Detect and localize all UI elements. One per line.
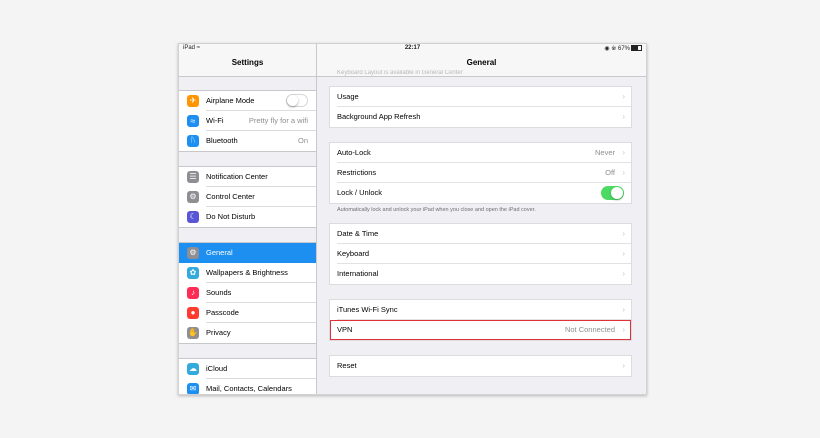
chevron-right-icon: › bbox=[622, 92, 625, 101]
battery-percent: 67% bbox=[617, 46, 630, 52]
chevron-right-icon: › bbox=[622, 325, 625, 334]
status-right: ◉ ※ 67% bbox=[604, 45, 642, 52]
row-restrictions[interactable]: Restrictions Off › bbox=[330, 163, 631, 183]
group-date-keyboard: Date & Time › Keyboard › International › bbox=[329, 223, 632, 285]
sidebar-item-label: Passcode bbox=[206, 308, 239, 317]
chevron-right-icon: › bbox=[622, 229, 625, 238]
hand-icon: ✋ bbox=[187, 327, 199, 339]
lock-rotation-icon: ◉ bbox=[604, 46, 610, 52]
moon-icon: ☾ bbox=[187, 211, 199, 223]
row-value: Off bbox=[605, 168, 615, 177]
sidebar-item-label: Wi-Fi bbox=[206, 116, 224, 125]
sidebar-item-wifi[interactable]: ≈ Wi-Fi Pretty fly for a wifi bbox=[179, 111, 316, 131]
sidebar-item-label: Control Center bbox=[206, 192, 255, 201]
status-bar: iPad ≈ 22:17 ◉ ※ 67% bbox=[179, 44, 646, 54]
chevron-right-icon: › bbox=[622, 168, 625, 177]
sidebar-item-label: Privacy bbox=[206, 328, 231, 337]
group-sync-vpn: iTunes Wi-Fi Sync › VPN Not Connected › bbox=[329, 299, 632, 341]
row-label: Usage bbox=[337, 92, 359, 101]
sidebar-item-label: Airplane Mode bbox=[206, 96, 255, 105]
row-vpn[interactable]: VPN Not Connected › bbox=[330, 320, 631, 340]
chevron-right-icon: › bbox=[622, 249, 625, 258]
row-label: iTunes Wi-Fi Sync bbox=[337, 305, 398, 314]
chevron-right-icon: › bbox=[622, 305, 625, 314]
group-usage: Usage › Background App Refresh › bbox=[329, 86, 632, 128]
row-value: Never bbox=[594, 148, 615, 157]
speaker-icon: ♪ bbox=[187, 287, 199, 299]
wifi-network-name: Pretty fly for a wifi bbox=[248, 116, 308, 125]
ipad-screen: iPad ≈ 22:17 ◉ ※ 67% Settings ✈ Airplane… bbox=[178, 43, 647, 395]
row-itunes-wifi-sync[interactable]: iTunes Wi-Fi Sync › bbox=[330, 300, 631, 320]
row-reset[interactable]: Reset › bbox=[330, 356, 631, 376]
sidebar-item-passcode[interactable]: ● Passcode bbox=[179, 303, 316, 323]
sidebar-item-label: iCloud bbox=[206, 364, 228, 373]
row-international[interactable]: International › bbox=[330, 264, 631, 284]
sidebar-item-label: Do Not Disturb bbox=[206, 212, 256, 221]
row-auto-lock[interactable]: Auto-Lock Never › bbox=[330, 143, 631, 163]
row-label: International bbox=[337, 269, 379, 278]
general-detail-pane: General Keyboard Layout is available in … bbox=[317, 44, 646, 394]
row-usage[interactable]: Usage › bbox=[330, 87, 631, 107]
chevron-right-icon: › bbox=[622, 112, 625, 121]
sidebar-item-general[interactable]: ⚙ General bbox=[179, 243, 316, 263]
settings-sidebar: Settings ✈ Airplane Mode ≈ Wi-Fi Pretty … bbox=[179, 44, 317, 394]
row-label: Reset bbox=[337, 361, 357, 370]
chevron-right-icon: › bbox=[622, 148, 625, 157]
sidebar-item-label: Wallpapers & Brightness bbox=[206, 268, 288, 277]
sidebar-item-label: Notification Center bbox=[206, 172, 268, 181]
sidebar-group-accounts: ☁ iCloud ✉ Mail, Contacts, Calendars bbox=[179, 358, 316, 394]
sidebar-item-label: General bbox=[206, 248, 233, 257]
sidebar-item-privacy[interactable]: ✋ Privacy bbox=[179, 323, 316, 343]
group-lock: Auto-Lock Never › Restrictions Off › Loc… bbox=[329, 142, 632, 204]
row-label: Lock / Unlock bbox=[337, 188, 383, 197]
airplane-icon: ✈ bbox=[187, 95, 199, 107]
status-time: 22:17 bbox=[404, 45, 421, 51]
sidebar-item-do-not-disturb[interactable]: ☾ Do Not Disturb bbox=[179, 207, 316, 227]
sidebar-group-system: ⚙ General ✿ Wallpapers & Brightness ♪ So… bbox=[179, 242, 316, 344]
chevron-right-icon: › bbox=[622, 269, 625, 278]
bluetooth-icon: ᚢ bbox=[187, 135, 199, 147]
row-label: Keyboard bbox=[337, 249, 370, 258]
sidebar-group-centers: ☰ Notification Center ⚙ Control Center ☾… bbox=[179, 166, 316, 228]
wifi-icon: ≈ bbox=[187, 115, 199, 127]
sidebar-item-label: Mail, Contacts, Calendars bbox=[206, 384, 292, 393]
row-label: Date & Time bbox=[337, 229, 379, 238]
row-keyboard[interactable]: Keyboard › bbox=[330, 244, 631, 264]
lock-unlock-toggle[interactable] bbox=[601, 186, 624, 200]
vpn-status: Not Connected bbox=[564, 325, 615, 334]
row-date-time[interactable]: Date & Time › bbox=[330, 224, 631, 244]
sidebar-item-airplane-mode[interactable]: ✈ Airplane Mode bbox=[179, 91, 316, 111]
row-label: VPN bbox=[337, 325, 353, 334]
mail-icon: ✉ bbox=[187, 383, 199, 394]
chevron-right-icon: › bbox=[622, 361, 625, 370]
sidebar-item-wallpapers[interactable]: ✿ Wallpapers & Brightness bbox=[179, 263, 316, 283]
row-background-app-refresh[interactable]: Background App Refresh › bbox=[330, 107, 631, 127]
row-lock-unlock: Lock / Unlock bbox=[330, 183, 631, 203]
sidebar-group-connectivity: ✈ Airplane Mode ≈ Wi-Fi Pretty fly for a… bbox=[179, 90, 316, 152]
row-label: Auto-Lock bbox=[337, 148, 371, 157]
sidebar-item-bluetooth[interactable]: ᚢ Bluetooth On bbox=[179, 131, 316, 151]
sidebar-item-notification-center[interactable]: ☰ Notification Center bbox=[179, 167, 316, 187]
sidebar-item-control-center[interactable]: ⚙ Control Center bbox=[179, 187, 316, 207]
bluetooth-status-icon: ※ bbox=[611, 46, 617, 52]
sidebar-item-icloud[interactable]: ☁ iCloud bbox=[179, 359, 316, 379]
row-label: Restrictions bbox=[337, 168, 377, 177]
battery-icon bbox=[631, 45, 642, 52]
lock-footnote: Automatically lock and unlock your iPad … bbox=[337, 207, 536, 213]
bluetooth-status: On bbox=[297, 136, 308, 145]
wallpaper-icon: ✿ bbox=[187, 267, 199, 279]
passcode-icon: ● bbox=[187, 307, 199, 319]
control-center-icon: ⚙ bbox=[187, 191, 199, 203]
notification-icon: ☰ bbox=[187, 171, 199, 183]
gear-icon: ⚙ bbox=[187, 247, 199, 259]
row-label: Background App Refresh bbox=[337, 112, 421, 121]
sidebar-item-mail[interactable]: ✉ Mail, Contacts, Calendars bbox=[179, 379, 316, 394]
clipped-footnote: Keyboard Layout is available in General … bbox=[337, 70, 463, 76]
cloud-icon: ☁ bbox=[187, 363, 199, 375]
sidebar-item-label: Sounds bbox=[206, 288, 232, 297]
sidebar-item-label: Bluetooth bbox=[206, 136, 238, 145]
group-reset: Reset › bbox=[329, 355, 632, 377]
airplane-mode-toggle[interactable] bbox=[286, 94, 308, 107]
sidebar-item-sounds[interactable]: ♪ Sounds bbox=[179, 283, 316, 303]
